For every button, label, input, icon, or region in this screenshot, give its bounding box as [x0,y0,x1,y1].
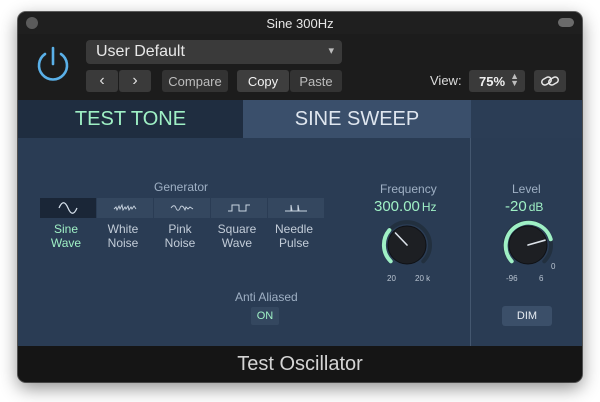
square-wave-label[interactable]: Square Wave [207,222,267,250]
close-window-button[interactable] [26,17,38,29]
anti-aliased-label: Anti Aliased [235,290,298,304]
level-readout[interactable]: -20 dB [505,198,543,215]
frequency-max-label: 20 k [415,274,431,283]
needle-pulse-icon [285,204,307,212]
frequency-unit: Hz [421,200,437,214]
generator-label: Generator [154,180,209,194]
link-icon [541,76,559,86]
tab-bar-filler [471,100,582,138]
level-min-label: -96 [506,274,518,283]
dim-button[interactable]: DIM [502,306,552,326]
preset-menu[interactable]: User Default ▾ [86,40,342,64]
plugin-footer: Test Oscillator [18,346,582,382]
level-value: -20 [505,198,527,215]
paste-button[interactable]: Paste [290,70,342,92]
white-noise-label[interactable]: White Noise [93,222,153,250]
plugin-panel: TEST TONE SINE SWEEP Generator Sine Wave… [18,100,582,346]
chevron-right-icon: › [132,72,138,89]
chevron-down-icon: ▾ [328,45,334,57]
pink-noise-icon [170,205,194,212]
generator-selector [40,198,324,218]
level-knob[interactable] [498,215,558,275]
sine-wave-icon [58,202,78,214]
section-divider [470,138,471,346]
view-label: View: [430,73,462,88]
level-max-label: 6 [539,274,544,283]
white-noise-button[interactable] [97,198,153,218]
title-bar: Sine 300Hz [18,12,582,34]
up-down-arrows-icon: ▲ ▼ [510,71,519,88]
previous-preset-button[interactable]: ‹ [86,70,118,92]
needle-pulse-button[interactable] [268,198,324,218]
power-button[interactable] [32,44,74,86]
frequency-min-label: 20 [387,274,396,283]
frequency-label: Frequency [380,182,437,196]
window-title: Sine 300Hz [266,15,334,31]
power-icon [37,46,69,81]
anti-aliased-toggle[interactable]: ON [251,307,279,325]
tab-test-tone[interactable]: TEST TONE [18,100,243,138]
level-unit: dB [528,200,544,214]
sine-wave-label[interactable]: Sine Wave [36,222,96,250]
square-wave-button[interactable] [211,198,267,218]
plugin-name: Test Oscillator [237,352,363,375]
sine-wave-button[interactable] [40,198,96,218]
pink-noise-button[interactable] [154,198,210,218]
frequency-knob[interactable] [377,215,437,275]
needle-pulse-label[interactable]: Needle Pulse [264,222,324,250]
level-zero-label: 0 [551,262,556,271]
tab-sine-sweep[interactable]: SINE SWEEP [243,100,471,138]
preset-name: User Default [96,43,185,60]
frequency-readout[interactable]: 300.00 Hz [374,198,437,215]
next-preset-button[interactable]: › [119,70,151,92]
compare-button[interactable]: Compare [162,70,228,92]
chevron-left-icon: ‹ [99,72,105,89]
level-label: Level [512,182,541,196]
copy-button[interactable]: Copy [237,70,289,92]
zoom-select[interactable]: 75% ▲ ▼ [469,70,525,92]
zoom-value: 75% [479,73,506,89]
link-button[interactable] [534,70,566,92]
frequency-value: 300.00 [374,198,420,215]
pink-noise-label[interactable]: Pink Noise [150,222,210,250]
window-toggle-button[interactable] [558,18,574,27]
white-noise-icon [113,203,137,212]
square-wave-icon [228,204,250,212]
plugin-window: Sine 300Hz User Default ▾ ‹ › Compare Co… [18,12,582,382]
